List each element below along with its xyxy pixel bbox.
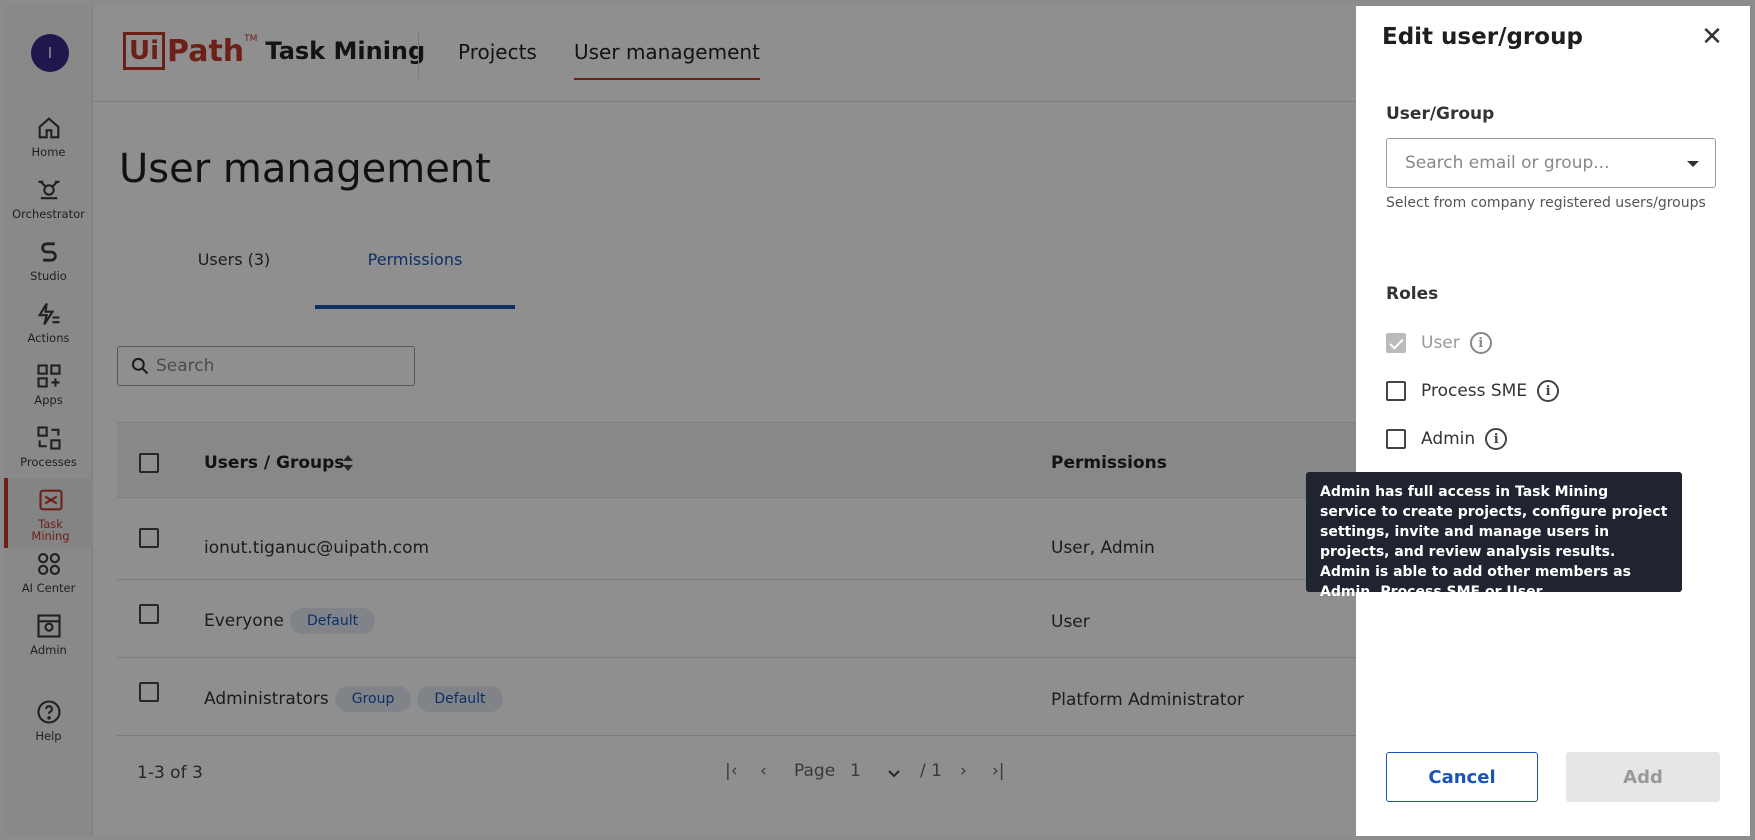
role-user-label: User (1421, 333, 1460, 353)
role-process-sme-checkbox[interactable] (1386, 381, 1406, 401)
role-process-sme[interactable]: Process SME i (1386, 380, 1560, 402)
user-group-select[interactable] (1386, 138, 1716, 188)
chevron-down-icon[interactable] (1687, 161, 1699, 167)
info-icon[interactable]: i (1537, 380, 1560, 402)
role-user: User i (1386, 332, 1492, 354)
panel-title: Edit user/group (1382, 24, 1583, 50)
info-icon[interactable]: i (1485, 428, 1508, 450)
close-icon[interactable]: ✕ (1695, 20, 1729, 54)
user-group-search-input[interactable] (1405, 153, 1675, 173)
role-admin-checkbox[interactable] (1386, 429, 1406, 449)
add-button[interactable]: Add (1566, 752, 1720, 802)
user-group-label: User/Group (1386, 104, 1495, 124)
role-process-sme-label: Process SME (1421, 381, 1528, 401)
app-window: I Home Orchestrator Studio Actions Apps … (4, 6, 1750, 836)
cancel-button[interactable]: Cancel (1386, 752, 1538, 802)
user-group-helper-text: Select from company registered users/gro… (1386, 195, 1706, 211)
role-admin-label: Admin (1421, 429, 1476, 449)
modal-backdrop[interactable] (4, 6, 1356, 836)
role-admin[interactable]: Admin i (1386, 428, 1508, 450)
edit-user-group-panel: Edit user/group ✕ User/Group Select from… (1356, 6, 1750, 836)
info-icon[interactable]: i (1469, 332, 1492, 354)
admin-role-tooltip: Admin has full access in Task Mining ser… (1306, 472, 1682, 600)
roles-label: Roles (1386, 284, 1439, 304)
role-user-checkbox (1386, 333, 1406, 353)
